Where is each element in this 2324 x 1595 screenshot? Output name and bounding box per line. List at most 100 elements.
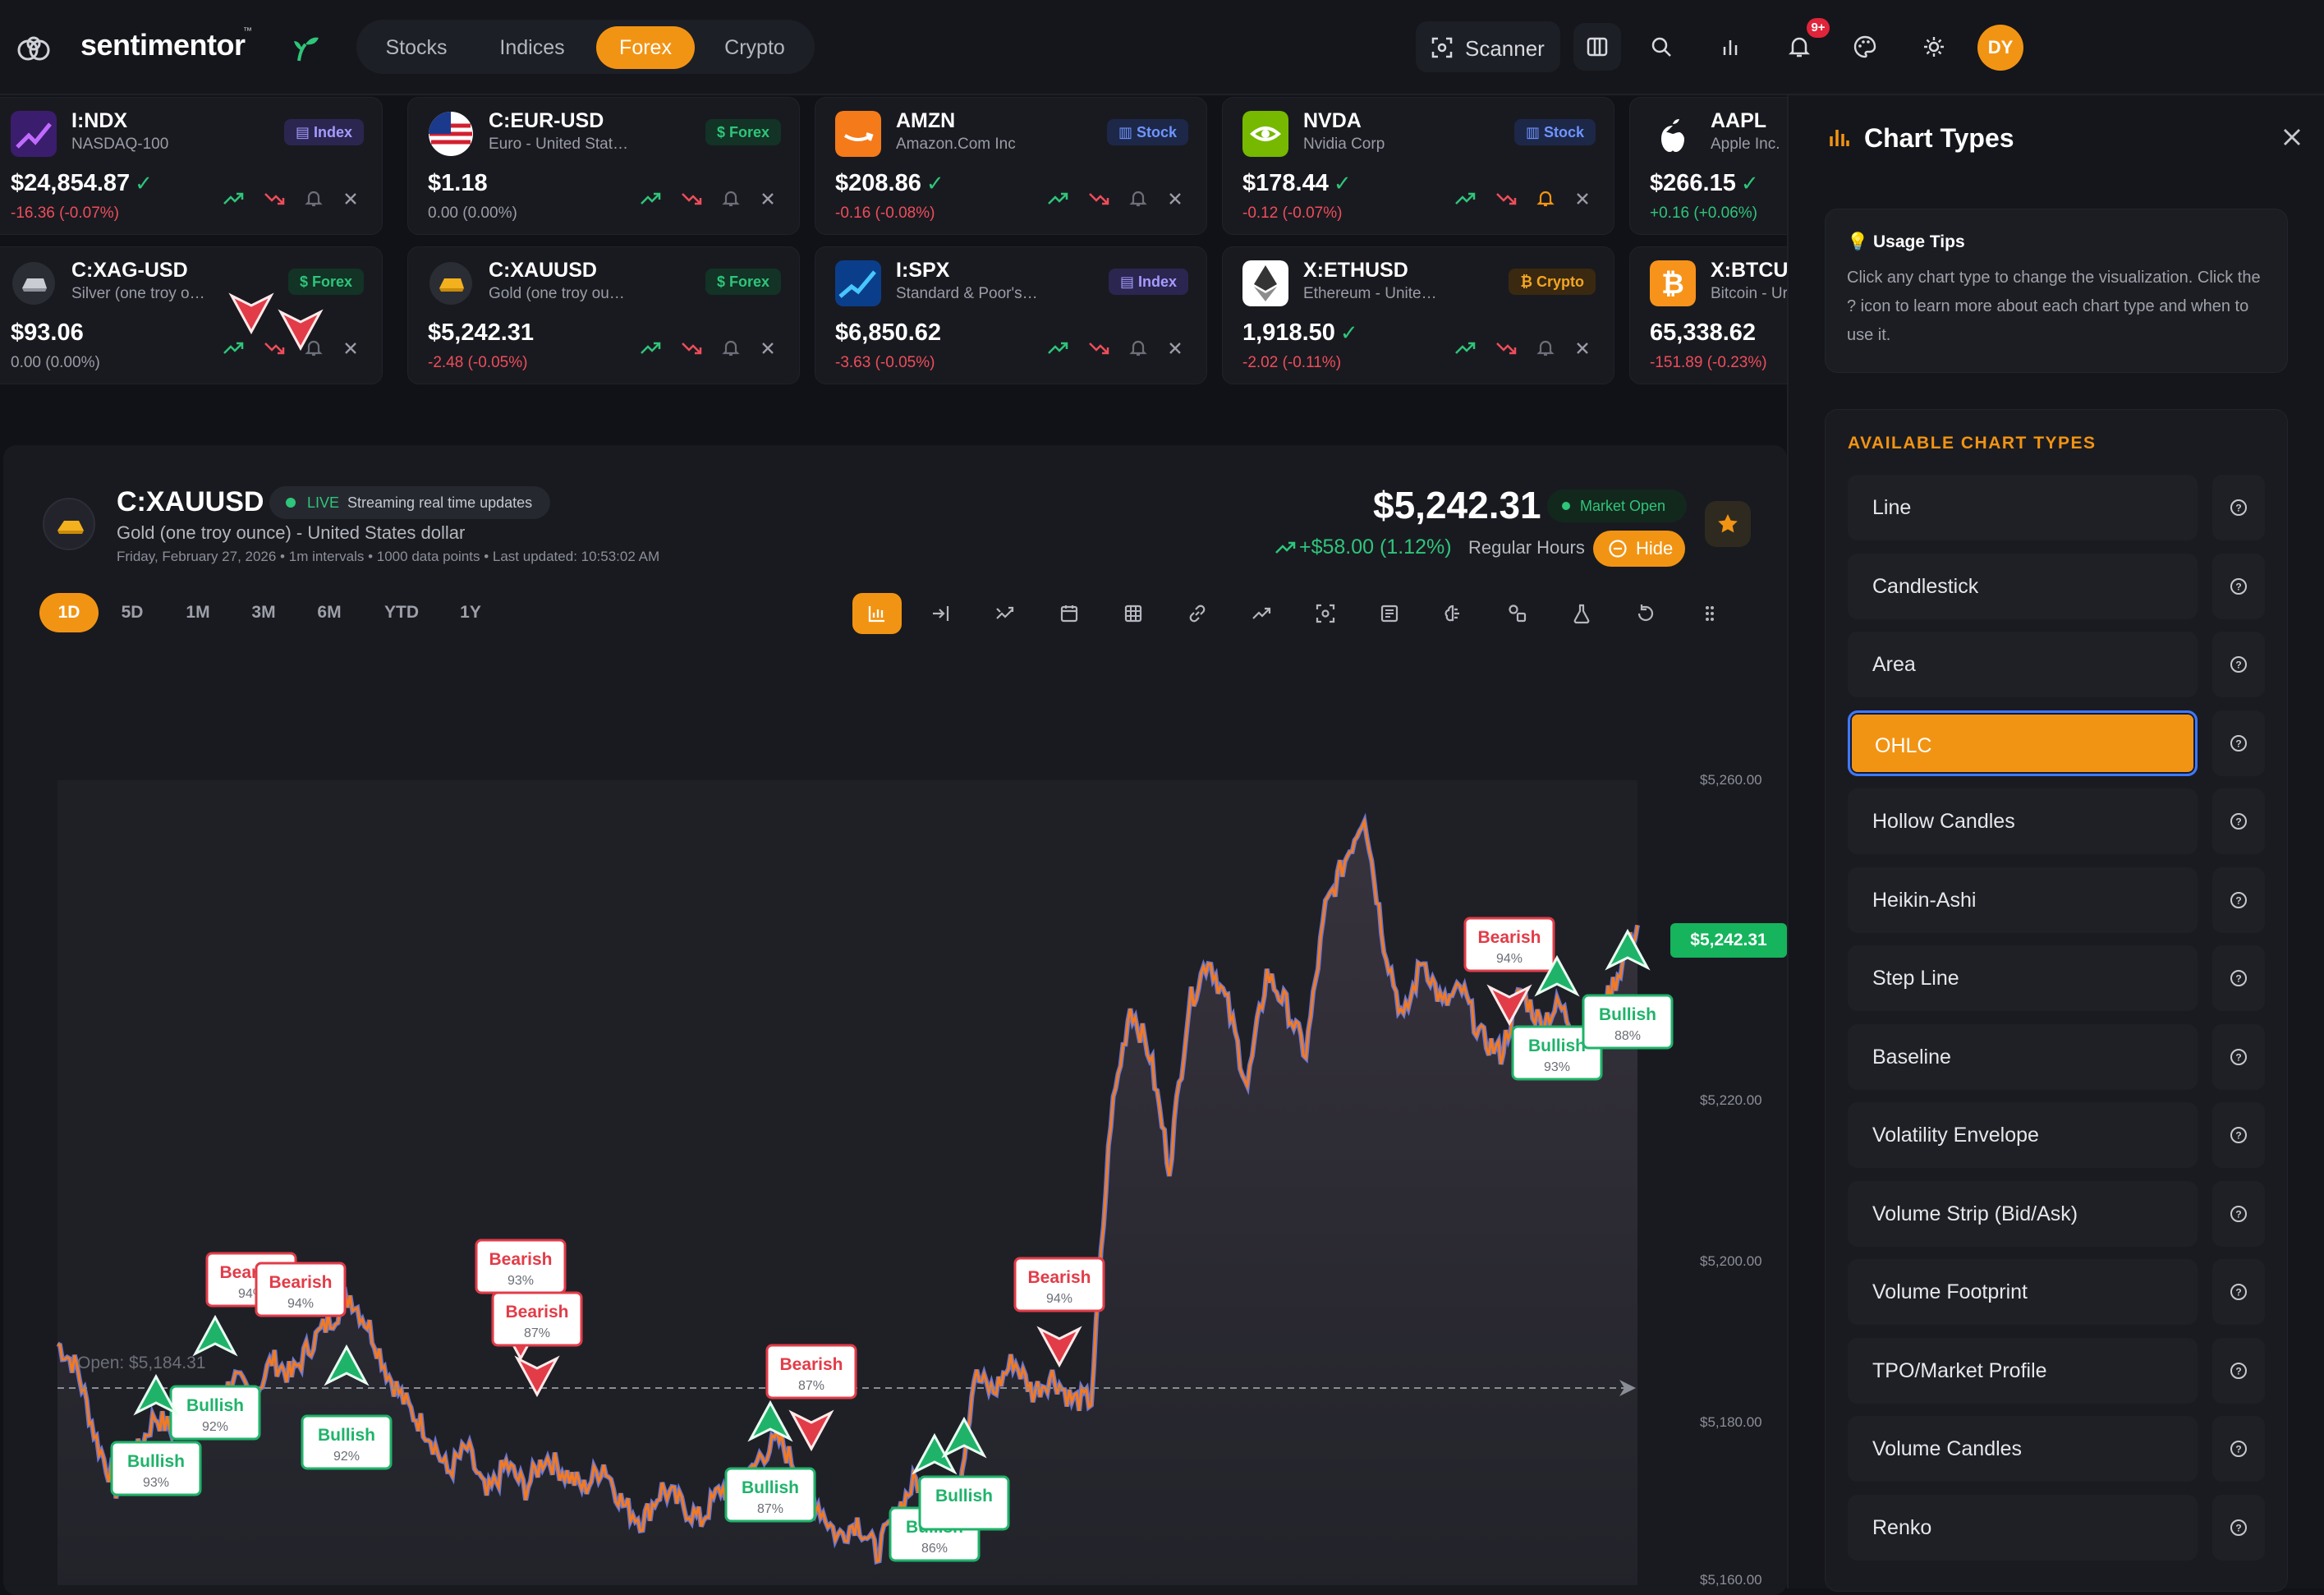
open-price-label: Open: $5,184.31 [77,1354,206,1372]
usage-tips: 💡 Usage Tips Click any chart type to cha… [1825,209,2288,373]
svg-text:?: ? [2235,503,2241,514]
bell-icon [1788,37,1811,57]
help-icon: ? [2230,577,2247,595]
chart-type-heikin-ashi[interactable]: Heikin-Ashi [1848,866,2198,933]
y-tick-label: $5,160.00 [1700,1572,1762,1588]
help-icon: ? [2230,891,2247,908]
help-icon: ? [2230,1519,2247,1536]
svg-text:?: ? [2235,816,2241,828]
chart-type-hollow-candles[interactable]: Hollow Candles [1848,788,2198,854]
light-mode-button[interactable] [1910,23,1958,71]
signal-label: Bearish [1477,928,1541,947]
chart-type-step-line[interactable]: Step Line [1848,945,2198,1011]
notification-badge: 9+ [1807,18,1830,38]
help-icon: ? [2230,1205,2247,1222]
chart-type-volume-candles[interactable]: Volume Candles [1848,1416,2198,1482]
signal-confidence: 88% [1614,1029,1641,1043]
signal-confidence: 94% [1046,1292,1072,1306]
bearish-arrow-icon [228,292,274,335]
svg-text:?: ? [2235,894,2241,906]
signal-label: Bearish [505,1303,568,1322]
chart-type-volatility-envelope[interactable]: Volatility Envelope [1848,1102,2198,1168]
help-icon: ? [2230,499,2247,516]
signal-label: Bullish [186,1396,244,1415]
chart-type-area[interactable]: Area [1848,632,2198,697]
chart-type-help-button[interactable]: ? [2212,553,2265,619]
avatar[interactable]: DY [1977,25,2023,71]
chart-type-help-button[interactable]: ? [2212,866,2265,933]
signal-label: Bearish [489,1250,552,1269]
chart-type-help-button[interactable]: ? [2212,1416,2265,1482]
theme-palette-button[interactable] [1841,23,1889,71]
usage-tips-body: Click any chart type to change the visua… [1847,269,2261,344]
price-chart[interactable]: Bearish 94% Bearish 94% Bullish 92% Bullish 93%… [0,0,1790,1588]
signal-label: Bullish [1599,1005,1656,1024]
last-price-label: $5,242.31 [1670,923,1787,958]
chart-type-help-button[interactable]: ? [2212,1494,2265,1561]
help-icon: ? [2230,1127,2247,1143]
svg-text:?: ? [2235,1051,2241,1063]
signal-confidence: 93% [143,1476,169,1490]
signal-label: Bullish [127,1452,185,1471]
svg-text:?: ? [2235,1522,2241,1533]
chart-type-help-button[interactable]: ? [2212,788,2265,854]
signal-label: Bullish [742,1478,799,1497]
svg-text:?: ? [2235,1287,2241,1299]
y-tick-label: $5,200.00 [1700,1253,1762,1269]
chart-type-line[interactable]: Line [1848,475,2198,540]
svg-text:?: ? [2235,973,2241,985]
chart-type-help-button[interactable]: ? [2212,1102,2265,1168]
signal-label: Bullish [935,1487,993,1505]
svg-text:?: ? [2235,1365,2241,1377]
chart-type-renko[interactable]: Renko [1848,1494,2198,1561]
chart-type-baseline[interactable]: Baseline [1848,1023,2198,1090]
help-icon: ? [2230,1441,2247,1457]
chart-type-help-button[interactable]: ? [2212,1337,2265,1404]
help-icon: ? [2230,1362,2247,1379]
chart-type-help-button[interactable]: ? [2212,1023,2265,1090]
chart-type-candlestick[interactable]: Candlestick [1848,553,2198,619]
help-icon: ? [2230,656,2247,673]
chart-type-help-button[interactable]: ? [2212,945,2265,1011]
section-title: AVAILABLE CHART TYPES [1848,434,2097,453]
signal-label: Bullish [1528,1037,1586,1055]
signal-confidence: 93% [1544,1060,1570,1074]
signal-label: Bearish [1027,1268,1091,1287]
close-icon[interactable] [2280,125,2304,149]
y-tick-label: $5,220.00 [1700,1092,1762,1108]
usage-tips-title: 💡 Usage Tips [1847,232,1965,251]
help-icon: ? [2230,734,2247,752]
signal-label: Bearish [779,1355,843,1374]
svg-text:?: ? [2235,738,2241,749]
svg-text:?: ? [2235,660,2241,671]
chart-bars-icon [1830,130,1849,146]
help-icon: ? [2230,1048,2247,1065]
signal-confidence: 94% [287,1297,314,1311]
chart-type-help-button[interactable]: ? [2212,1259,2265,1325]
signal-confidence: 93% [508,1274,534,1288]
help-icon: ? [2230,813,2247,830]
chart-type-tpo-market-profile[interactable]: TPO/Market Profile [1848,1337,2198,1404]
sun-icon [1924,37,1944,57]
chart-type-ohlc[interactable]: OHLC [1848,710,2198,776]
chart-type-volume-strip-bid-ask[interactable]: Volume Strip (Bid/Ask) [1848,1180,2198,1247]
chart-type-volume-footprint[interactable]: Volume Footprint [1848,1259,2198,1325]
signal-confidence: 92% [333,1450,360,1464]
y-tick-label: $5,180.00 [1700,1414,1762,1430]
signal-label: Bullish [318,1426,375,1445]
y-tick-label: $5,260.00 [1700,772,1762,788]
svg-text:?: ? [2235,581,2241,592]
svg-text:?: ? [2235,1208,2241,1220]
chart-type-help-button[interactable]: ? [2212,632,2265,697]
help-icon: ? [2230,970,2247,986]
svg-text:?: ? [2235,1130,2241,1142]
signal-label: Bearish [269,1273,332,1292]
chart-type-help-button[interactable]: ? [2212,475,2265,540]
chart-type-help-button[interactable]: ? [2212,710,2265,776]
chart-type-help-button[interactable]: ? [2212,1180,2265,1247]
signal-confidence: 87% [524,1326,550,1340]
signal-confidence: 86% [921,1542,948,1556]
signal-confidence: 87% [798,1379,824,1393]
svg-text:?: ? [2235,1444,2241,1455]
signal-confidence: 87% [757,1502,783,1516]
